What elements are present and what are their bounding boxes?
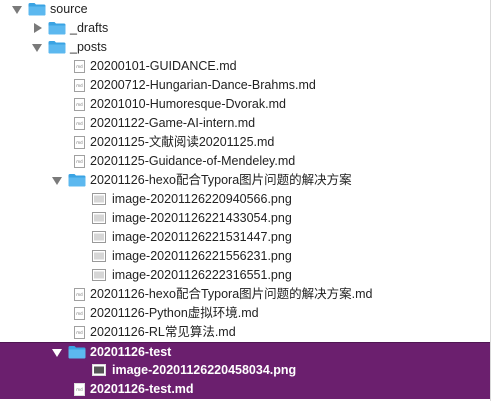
svg-text:md: md [76, 330, 83, 335]
markdown-file-icon: md [74, 307, 85, 323]
folder-icon [48, 40, 66, 57]
tree-item-label: 20200712-Hungarian-Dance-Brahms.md [90, 78, 316, 92]
chevron-down-icon[interactable] [52, 347, 62, 357]
chevron-down-icon[interactable] [12, 4, 22, 14]
svg-text:md: md [76, 121, 83, 126]
tree-item-label: 20200101-GUIDANCE.md [90, 59, 237, 73]
tree-item-label: 20201126-test.md [90, 382, 194, 396]
markdown-file-icon: md [74, 326, 85, 342]
tree-item-posts[interactable]: _posts [0, 38, 490, 57]
tree-item-label: 20201126-RL常见算法.md [90, 325, 236, 339]
tree-item-test-folder[interactable]: 20201126-test [0, 342, 490, 362]
tree-item-image[interactable]: image-20201126220940566.png [0, 190, 490, 209]
tree-item-label: image-20201126221433054.png [112, 211, 292, 225]
tree-item-label: image-20201126220458034.png [112, 363, 297, 377]
markdown-file-icon: md [74, 136, 85, 152]
folder-icon [68, 345, 86, 362]
tree-item-label: image-20201126220940566.png [112, 192, 292, 206]
tree-item-label: 20201126-hexo配合Typora图片问题的解决方案.md [90, 287, 373, 301]
image-file-icon [92, 364, 106, 379]
tree-item-file[interactable]: md 20201126-Python虚拟环境.md [0, 304, 490, 323]
markdown-file-icon: md [74, 155, 85, 171]
tree-item-drafts[interactable]: _drafts [0, 19, 490, 38]
markdown-file-icon: md [74, 117, 85, 133]
tree-item-label: 20201010-Humoresque-Dvorak.md [90, 97, 286, 111]
tree-item-image[interactable]: image-20201126221531447.png [0, 228, 490, 247]
image-file-icon [92, 212, 106, 227]
svg-text:md: md [76, 102, 83, 107]
svg-text:md: md [76, 311, 83, 316]
markdown-file-icon: md [74, 288, 85, 304]
image-file-icon [92, 193, 106, 208]
chevron-down-icon[interactable] [52, 175, 62, 185]
tree-item-file[interactable]: md 20200712-Hungarian-Dance-Brahms.md [0, 76, 490, 95]
image-file-icon [92, 250, 106, 265]
tree-item-file[interactable]: md 20201126-RL常见算法.md [0, 323, 490, 342]
tree-item-image[interactable]: image-20201126222316551.png [0, 266, 490, 285]
tree-item-label: 20201125-Guidance-of-Mendeley.md [90, 154, 296, 168]
image-file-icon [92, 231, 106, 246]
tree-item-file[interactable]: md 20201122-Game-AI-intern.md [0, 114, 490, 133]
tree-item-label: image-20201126221556231.png [112, 249, 292, 263]
svg-text:md: md [76, 159, 83, 164]
tree-item-label: image-20201126221531447.png [112, 230, 292, 244]
tree-item-file[interactable]: md 20201010-Humoresque-Dvorak.md [0, 95, 490, 114]
svg-text:md: md [76, 64, 83, 69]
chevron-right-icon[interactable] [32, 23, 42, 33]
tree-item-hexo-folder[interactable]: 20201126-hexo配合Typora图片问题的解决方案 [0, 171, 490, 190]
tree-item-label: 20201125-文献阅读20201125.md [90, 135, 275, 149]
tree-item-image[interactable]: image-20201126221556231.png [0, 247, 490, 266]
folder-icon [48, 21, 66, 38]
tree-item-label: image-20201126222316551.png [112, 268, 292, 282]
image-file-icon [92, 269, 106, 284]
file-tree: source _drafts _posts md 20200101-GUIDAN… [0, 0, 491, 401]
tree-item-image[interactable]: image-20201126221433054.png [0, 209, 490, 228]
tree-item-file[interactable]: md 20201125-文献阅读20201125.md [0, 133, 490, 152]
tree-item-source[interactable]: source [0, 0, 490, 19]
tree-item-label: 20201126-test [90, 345, 172, 359]
markdown-file-icon: md [74, 383, 85, 399]
tree-item-label: _posts [70, 40, 107, 54]
tree-item-file[interactable]: md 20201125-Guidance-of-Mendeley.md [0, 152, 490, 171]
tree-item-label: 20201126-Python虚拟环境.md [90, 306, 259, 320]
folder-icon [28, 2, 46, 19]
tree-item-label: _drafts [70, 21, 109, 35]
tree-item-image[interactable]: image-20201126220458034.png [0, 361, 490, 380]
tree-item-label: 20201126-hexo配合Typora图片问题的解决方案 [90, 173, 352, 187]
markdown-file-icon: md [74, 98, 85, 114]
tree-item-file[interactable]: md 20201126-test.md [0, 380, 490, 399]
tree-item-label: source [50, 2, 88, 16]
tree-item-label: 20201122-Game-AI-intern.md [90, 116, 256, 130]
tree-item-file[interactable]: md 20201126-hexo配合Typora图片问题的解决方案.md [0, 285, 490, 304]
markdown-file-icon: md [74, 60, 85, 76]
chevron-down-icon[interactable] [32, 42, 42, 52]
svg-text:md: md [76, 83, 83, 88]
markdown-file-icon: md [74, 79, 85, 95]
svg-text:md: md [76, 387, 83, 392]
tree-item-file[interactable]: md 20200101-GUIDANCE.md [0, 57, 490, 76]
svg-text:md: md [76, 292, 83, 297]
folder-icon [68, 173, 86, 190]
svg-text:md: md [76, 140, 83, 145]
